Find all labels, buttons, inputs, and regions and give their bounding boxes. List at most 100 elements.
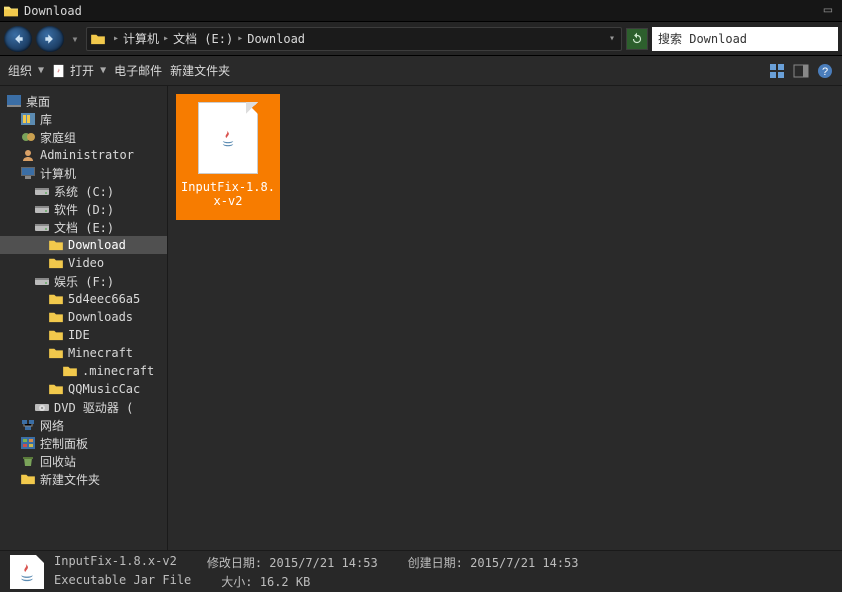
folder-icon bbox=[48, 346, 64, 360]
java-icon bbox=[217, 127, 239, 149]
forward-button[interactable] bbox=[36, 26, 64, 52]
navbar: ▾ ▸ 计算机 ▸ 文档 (E:) ▸ Download ▾ 搜索 Downlo… bbox=[0, 22, 842, 56]
tree-label: 控制面板 bbox=[40, 435, 88, 452]
new-folder-button[interactable]: 新建文件夹 bbox=[170, 62, 230, 79]
tree-label: Download bbox=[68, 238, 126, 252]
tree-label: Video bbox=[68, 256, 104, 270]
library-icon bbox=[20, 112, 36, 126]
tree-item[interactable]: 新建文件夹 bbox=[0, 470, 167, 488]
window-controls: ▭ bbox=[814, 0, 842, 20]
folder-icon bbox=[48, 256, 64, 270]
computer-icon bbox=[20, 166, 36, 180]
folder-icon bbox=[48, 382, 64, 396]
breadcrumb-item[interactable]: Download bbox=[247, 32, 305, 46]
history-dropdown[interactable]: ▾ bbox=[68, 32, 82, 46]
preview-pane-button[interactable] bbox=[792, 62, 810, 80]
tree-label: 家庭组 bbox=[40, 129, 76, 146]
tree-item[interactable]: Download bbox=[0, 236, 167, 254]
chevron-down-icon: ▼ bbox=[38, 65, 44, 76]
tree-item[interactable]: 文档 (E:) bbox=[0, 218, 167, 236]
help-button[interactable]: ? bbox=[816, 62, 834, 80]
drive-icon bbox=[34, 274, 50, 288]
search-placeholder: 搜索 Download bbox=[658, 30, 747, 47]
drive-icon bbox=[34, 220, 50, 234]
organize-button[interactable]: 组织 ▼ bbox=[8, 62, 44, 79]
open-button[interactable]: 打开 ▼ bbox=[52, 62, 106, 79]
main-area: 桌面库家庭组Administrator计算机系统 (C:)软件 (D:)文档 (… bbox=[0, 86, 842, 566]
tree-item[interactable]: 软件 (D:) bbox=[0, 200, 167, 218]
svg-text:?: ? bbox=[822, 66, 828, 78]
back-button[interactable] bbox=[4, 26, 32, 52]
details-modified: 修改日期: 2015/7/21 14:53 bbox=[207, 554, 378, 571]
window-title: Download bbox=[24, 4, 82, 18]
folder-icon bbox=[48, 238, 64, 252]
address-bar[interactable]: ▸ 计算机 ▸ 文档 (E:) ▸ Download ▾ bbox=[86, 27, 622, 51]
tree-item[interactable]: .minecraft bbox=[0, 362, 167, 380]
folder-icon bbox=[62, 364, 78, 378]
jar-icon bbox=[52, 64, 66, 78]
network-icon bbox=[20, 418, 36, 432]
folder-icon bbox=[20, 472, 36, 486]
dvd-icon bbox=[34, 400, 50, 414]
tree-label: 系统 (C:) bbox=[54, 183, 114, 200]
chevron-right-icon: ▸ bbox=[233, 33, 247, 44]
tree-item[interactable]: Minecraft bbox=[0, 344, 167, 362]
breadcrumb-item[interactable]: 计算机 bbox=[123, 30, 159, 47]
tree-item[interactable]: Administrator bbox=[0, 146, 167, 164]
details-type: Executable Jar File bbox=[54, 573, 191, 590]
tree-item[interactable]: Downloads bbox=[0, 308, 167, 326]
titlebar: Download ▭ bbox=[0, 0, 842, 22]
cpanel-icon bbox=[20, 436, 36, 450]
tree-item[interactable]: 回收站 bbox=[0, 452, 167, 470]
tree-item[interactable]: DVD 驱动器 ( bbox=[0, 398, 167, 416]
tree-item[interactable]: 娱乐 (F:) bbox=[0, 272, 167, 290]
tree-label: .minecraft bbox=[82, 364, 154, 378]
file-label: InputFix-1.8.x-v2 bbox=[181, 180, 275, 208]
desktop-icon bbox=[6, 94, 22, 108]
drive-icon bbox=[34, 184, 50, 198]
search-input[interactable]: 搜索 Download bbox=[652, 27, 838, 51]
tree-label: 网络 bbox=[40, 417, 64, 434]
refresh-button[interactable] bbox=[626, 28, 648, 50]
minimize-button[interactable]: ▭ bbox=[814, 0, 842, 20]
file-item[interactable]: InputFix-1.8.x-v2 bbox=[176, 94, 280, 220]
homegroup-icon bbox=[20, 130, 36, 144]
tree-label: 新建文件夹 bbox=[40, 471, 100, 488]
tree-item[interactable]: 网络 bbox=[0, 416, 167, 434]
details-created: 创建日期: 2015/7/21 14:53 bbox=[408, 554, 579, 571]
tree-label: 5d4eec66a5 bbox=[68, 292, 140, 306]
toolbar: 组织 ▼ 打开 ▼ 电子邮件 新建文件夹 ? bbox=[0, 56, 842, 86]
tree-label: 娱乐 (F:) bbox=[54, 273, 114, 290]
file-thumbnail bbox=[198, 102, 258, 174]
tree-item[interactable]: 桌面 bbox=[0, 92, 167, 110]
breadcrumb-item[interactable]: 文档 (E:) bbox=[173, 30, 233, 47]
tree-item[interactable]: 系统 (C:) bbox=[0, 182, 167, 200]
file-list[interactable]: InputFix-1.8.x-v2 bbox=[168, 86, 842, 566]
tree-item[interactable]: 计算机 bbox=[0, 164, 167, 182]
view-button[interactable] bbox=[768, 62, 786, 80]
tree-item[interactable]: 控制面板 bbox=[0, 434, 167, 452]
recycle-icon bbox=[20, 454, 36, 468]
tree-item[interactable]: QQMusicCac bbox=[0, 380, 167, 398]
tree-item[interactable]: IDE bbox=[0, 326, 167, 344]
drive-icon bbox=[34, 202, 50, 216]
email-button[interactable]: 电子邮件 bbox=[114, 62, 162, 79]
details-pane: InputFix-1.8.x-v2 修改日期: 2015/7/21 14:53 … bbox=[0, 550, 842, 592]
details-name: InputFix-1.8.x-v2 bbox=[54, 554, 177, 571]
tree-label: 软件 (D:) bbox=[54, 201, 114, 218]
tree-item[interactable]: 家庭组 bbox=[0, 128, 167, 146]
tree-label: 计算机 bbox=[40, 165, 76, 182]
tree-label: QQMusicCac bbox=[68, 382, 140, 396]
tree-item[interactable]: 5d4eec66a5 bbox=[0, 290, 167, 308]
tree-label: 回收站 bbox=[40, 453, 76, 470]
folder-icon bbox=[48, 310, 64, 324]
tree-item[interactable]: 库 bbox=[0, 110, 167, 128]
navigation-tree: 桌面库家庭组Administrator计算机系统 (C:)软件 (D:)文档 (… bbox=[0, 86, 168, 566]
chevron-down-icon[interactable]: ▾ bbox=[609, 33, 617, 44]
tree-item[interactable]: Video bbox=[0, 254, 167, 272]
user-icon bbox=[20, 148, 36, 162]
details-size: 大小: 16.2 KB bbox=[221, 573, 310, 590]
folder-icon bbox=[91, 33, 105, 45]
tree-label: DVD 驱动器 ( bbox=[54, 399, 133, 416]
folder-icon bbox=[48, 328, 64, 342]
